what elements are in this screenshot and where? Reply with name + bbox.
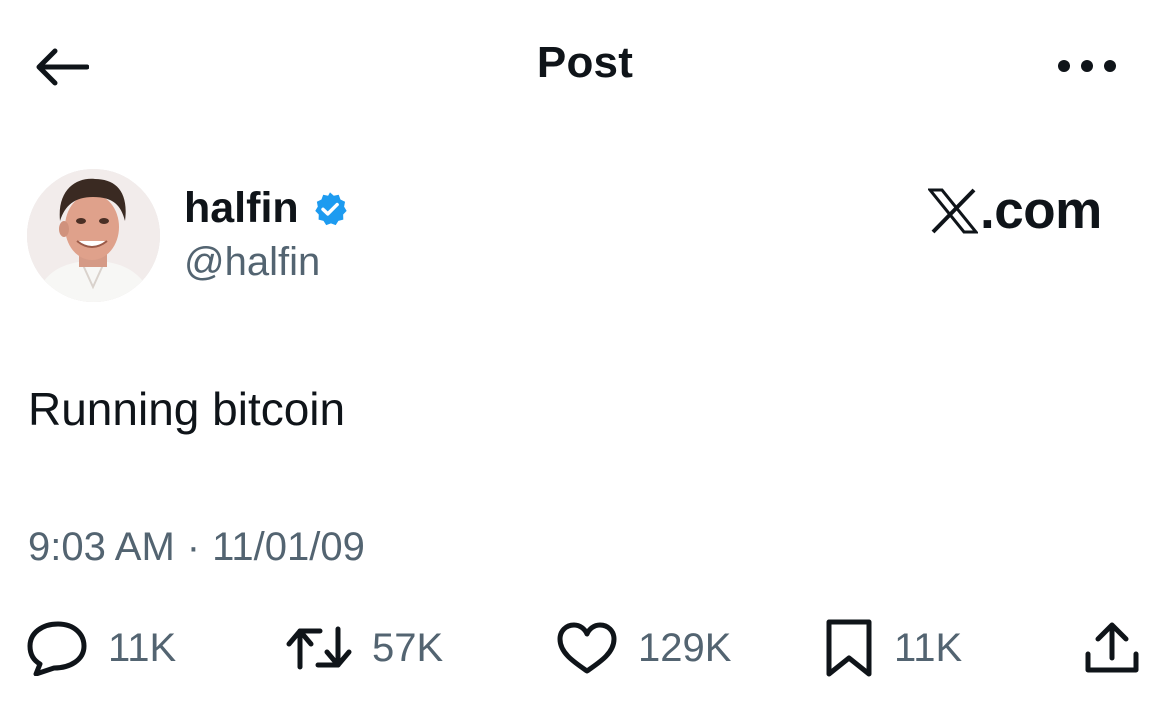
post-date[interactable]: 11/01/09 <box>212 525 365 570</box>
brand-watermark: .com <box>928 180 1102 241</box>
x-logo-icon <box>928 188 978 233</box>
post-header: Post <box>0 0 1170 130</box>
post-timestamp[interactable]: 9:03 AM · 11/01/09 <box>28 525 365 570</box>
verified-badge-icon[interactable] <box>311 190 349 228</box>
author-name[interactable]: halfin <box>184 184 299 233</box>
page-title: Post <box>536 38 634 87</box>
retweet-button[interactable]: 57K <box>286 618 443 678</box>
bookmark-count: 11K <box>894 625 963 670</box>
reply-button[interactable]: 11K <box>26 618 176 678</box>
reply-count: 11K <box>108 625 177 670</box>
meta-separator: · <box>186 525 201 569</box>
retweet-icon <box>286 626 352 670</box>
like-button[interactable]: 129K <box>556 618 731 678</box>
brand-text: .com <box>980 181 1102 240</box>
avatar[interactable] <box>27 169 160 302</box>
post-time[interactable]: 9:03 AM <box>28 525 175 570</box>
author-handle[interactable]: @halfin <box>184 240 320 285</box>
like-count: 129K <box>638 625 732 670</box>
bookmark-icon <box>826 619 872 677</box>
more-options-button[interactable] <box>1052 48 1122 84</box>
more-horizontal-icon <box>1058 60 1116 72</box>
reply-icon <box>27 621 87 676</box>
retweet-count: 57K <box>372 625 444 670</box>
bookmark-button[interactable]: 11K <box>824 618 962 678</box>
avatar-photo <box>27 169 160 302</box>
author-name-row[interactable]: halfin <box>184 184 349 233</box>
post-text: Running bitcoin <box>28 383 346 435</box>
share-icon <box>1085 622 1139 673</box>
share-button[interactable] <box>1082 618 1142 678</box>
heart-icon <box>557 622 617 674</box>
